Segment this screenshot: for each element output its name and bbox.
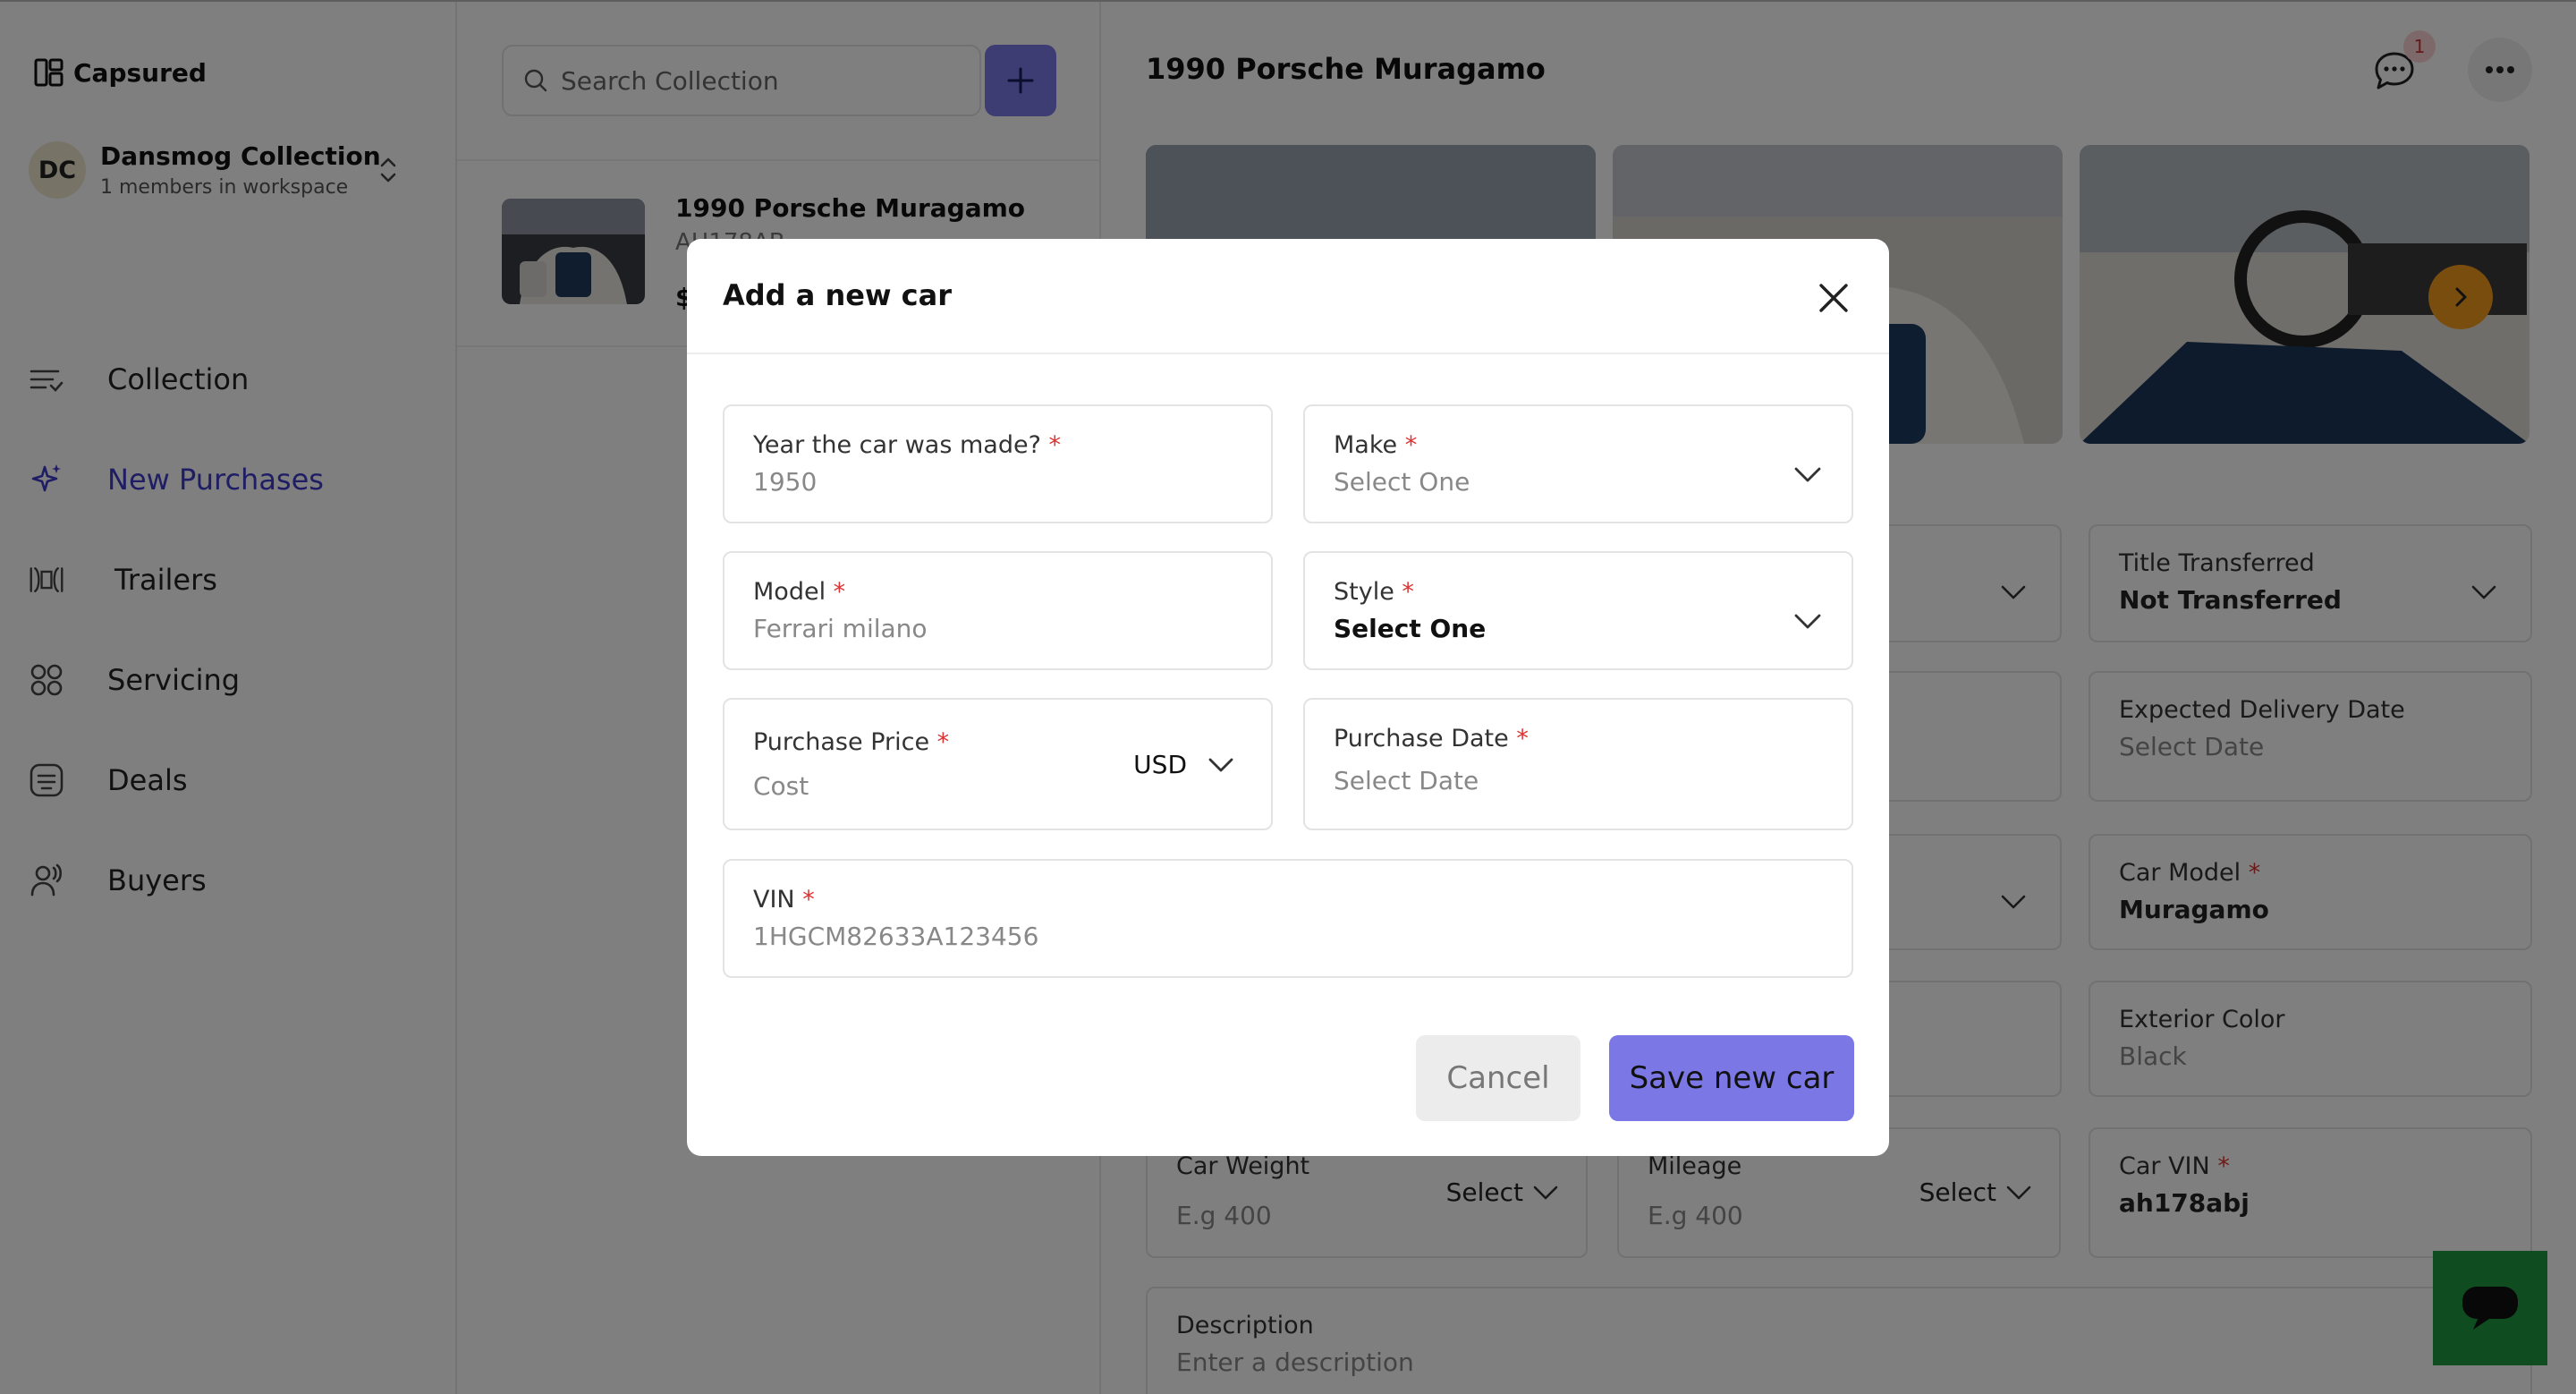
field-value: Select Date — [1334, 766, 1479, 795]
field-label-text: Make — [1334, 431, 1398, 459]
currency-select[interactable]: USD — [1133, 750, 1235, 779]
required-mark: * — [802, 886, 815, 914]
vin-input[interactable]: VIN * 1HGCM82633A123456 — [723, 859, 1853, 978]
field-value: Select One — [1334, 614, 1487, 643]
style-select[interactable]: Style * Select One — [1303, 551, 1853, 670]
save-new-car-button[interactable]: Save new car — [1609, 1035, 1854, 1121]
field-label: Year the car was made? * — [753, 431, 1061, 459]
close-icon[interactable] — [1812, 276, 1855, 319]
add-car-modal: Add a new car Year the car was made? * 1… — [687, 239, 1889, 1156]
field-value: Select One — [1334, 467, 1470, 497]
field-label: Purchase Date * — [1334, 725, 1529, 752]
year-input[interactable]: Year the car was made? * 1950 — [723, 404, 1273, 523]
field-label: Model * — [753, 578, 845, 606]
field-placeholder: Cost — [753, 771, 809, 801]
field-label-text: Purchase Date — [1334, 725, 1509, 752]
field-placeholder: 1950 — [753, 467, 818, 497]
required-mark: * — [1516, 725, 1529, 752]
field-label: VIN * — [753, 886, 815, 914]
modal-title: Add a new car — [723, 278, 952, 312]
chevron-down-icon — [1208, 758, 1233, 771]
field-label: Make * — [1334, 431, 1417, 459]
field-placeholder: Ferrari milano — [753, 614, 928, 643]
chevron-down-icon — [1794, 467, 1821, 482]
chevron-down-icon — [1794, 614, 1821, 629]
cancel-button[interactable]: Cancel — [1416, 1035, 1580, 1121]
field-label-text: Year the car was made? — [753, 431, 1041, 459]
model-input[interactable]: Model * Ferrari milano — [723, 551, 1273, 670]
field-label: Purchase Price * — [753, 728, 949, 756]
required-mark: * — [1402, 578, 1414, 606]
currency-label: USD — [1133, 750, 1187, 779]
purchase-price-input[interactable]: Purchase Price * Cost USD — [723, 698, 1273, 830]
required-mark: * — [1404, 431, 1418, 459]
field-label-text: VIN — [753, 886, 795, 914]
required-mark: * — [833, 578, 846, 606]
field-label-text: Purchase Price — [753, 728, 930, 756]
make-select[interactable]: Make * Select One — [1303, 404, 1853, 523]
purchase-date-input[interactable]: Purchase Date * Select Date — [1303, 698, 1853, 830]
field-label-text: Model — [753, 578, 826, 606]
required-mark: * — [936, 728, 950, 756]
field-label-text: Style — [1334, 578, 1394, 606]
field-label: Style * — [1334, 578, 1414, 606]
required-mark: * — [1048, 431, 1062, 459]
field-placeholder: 1HGCM82633A123456 — [753, 922, 1039, 951]
modal-header: Add a new car — [687, 239, 1889, 354]
